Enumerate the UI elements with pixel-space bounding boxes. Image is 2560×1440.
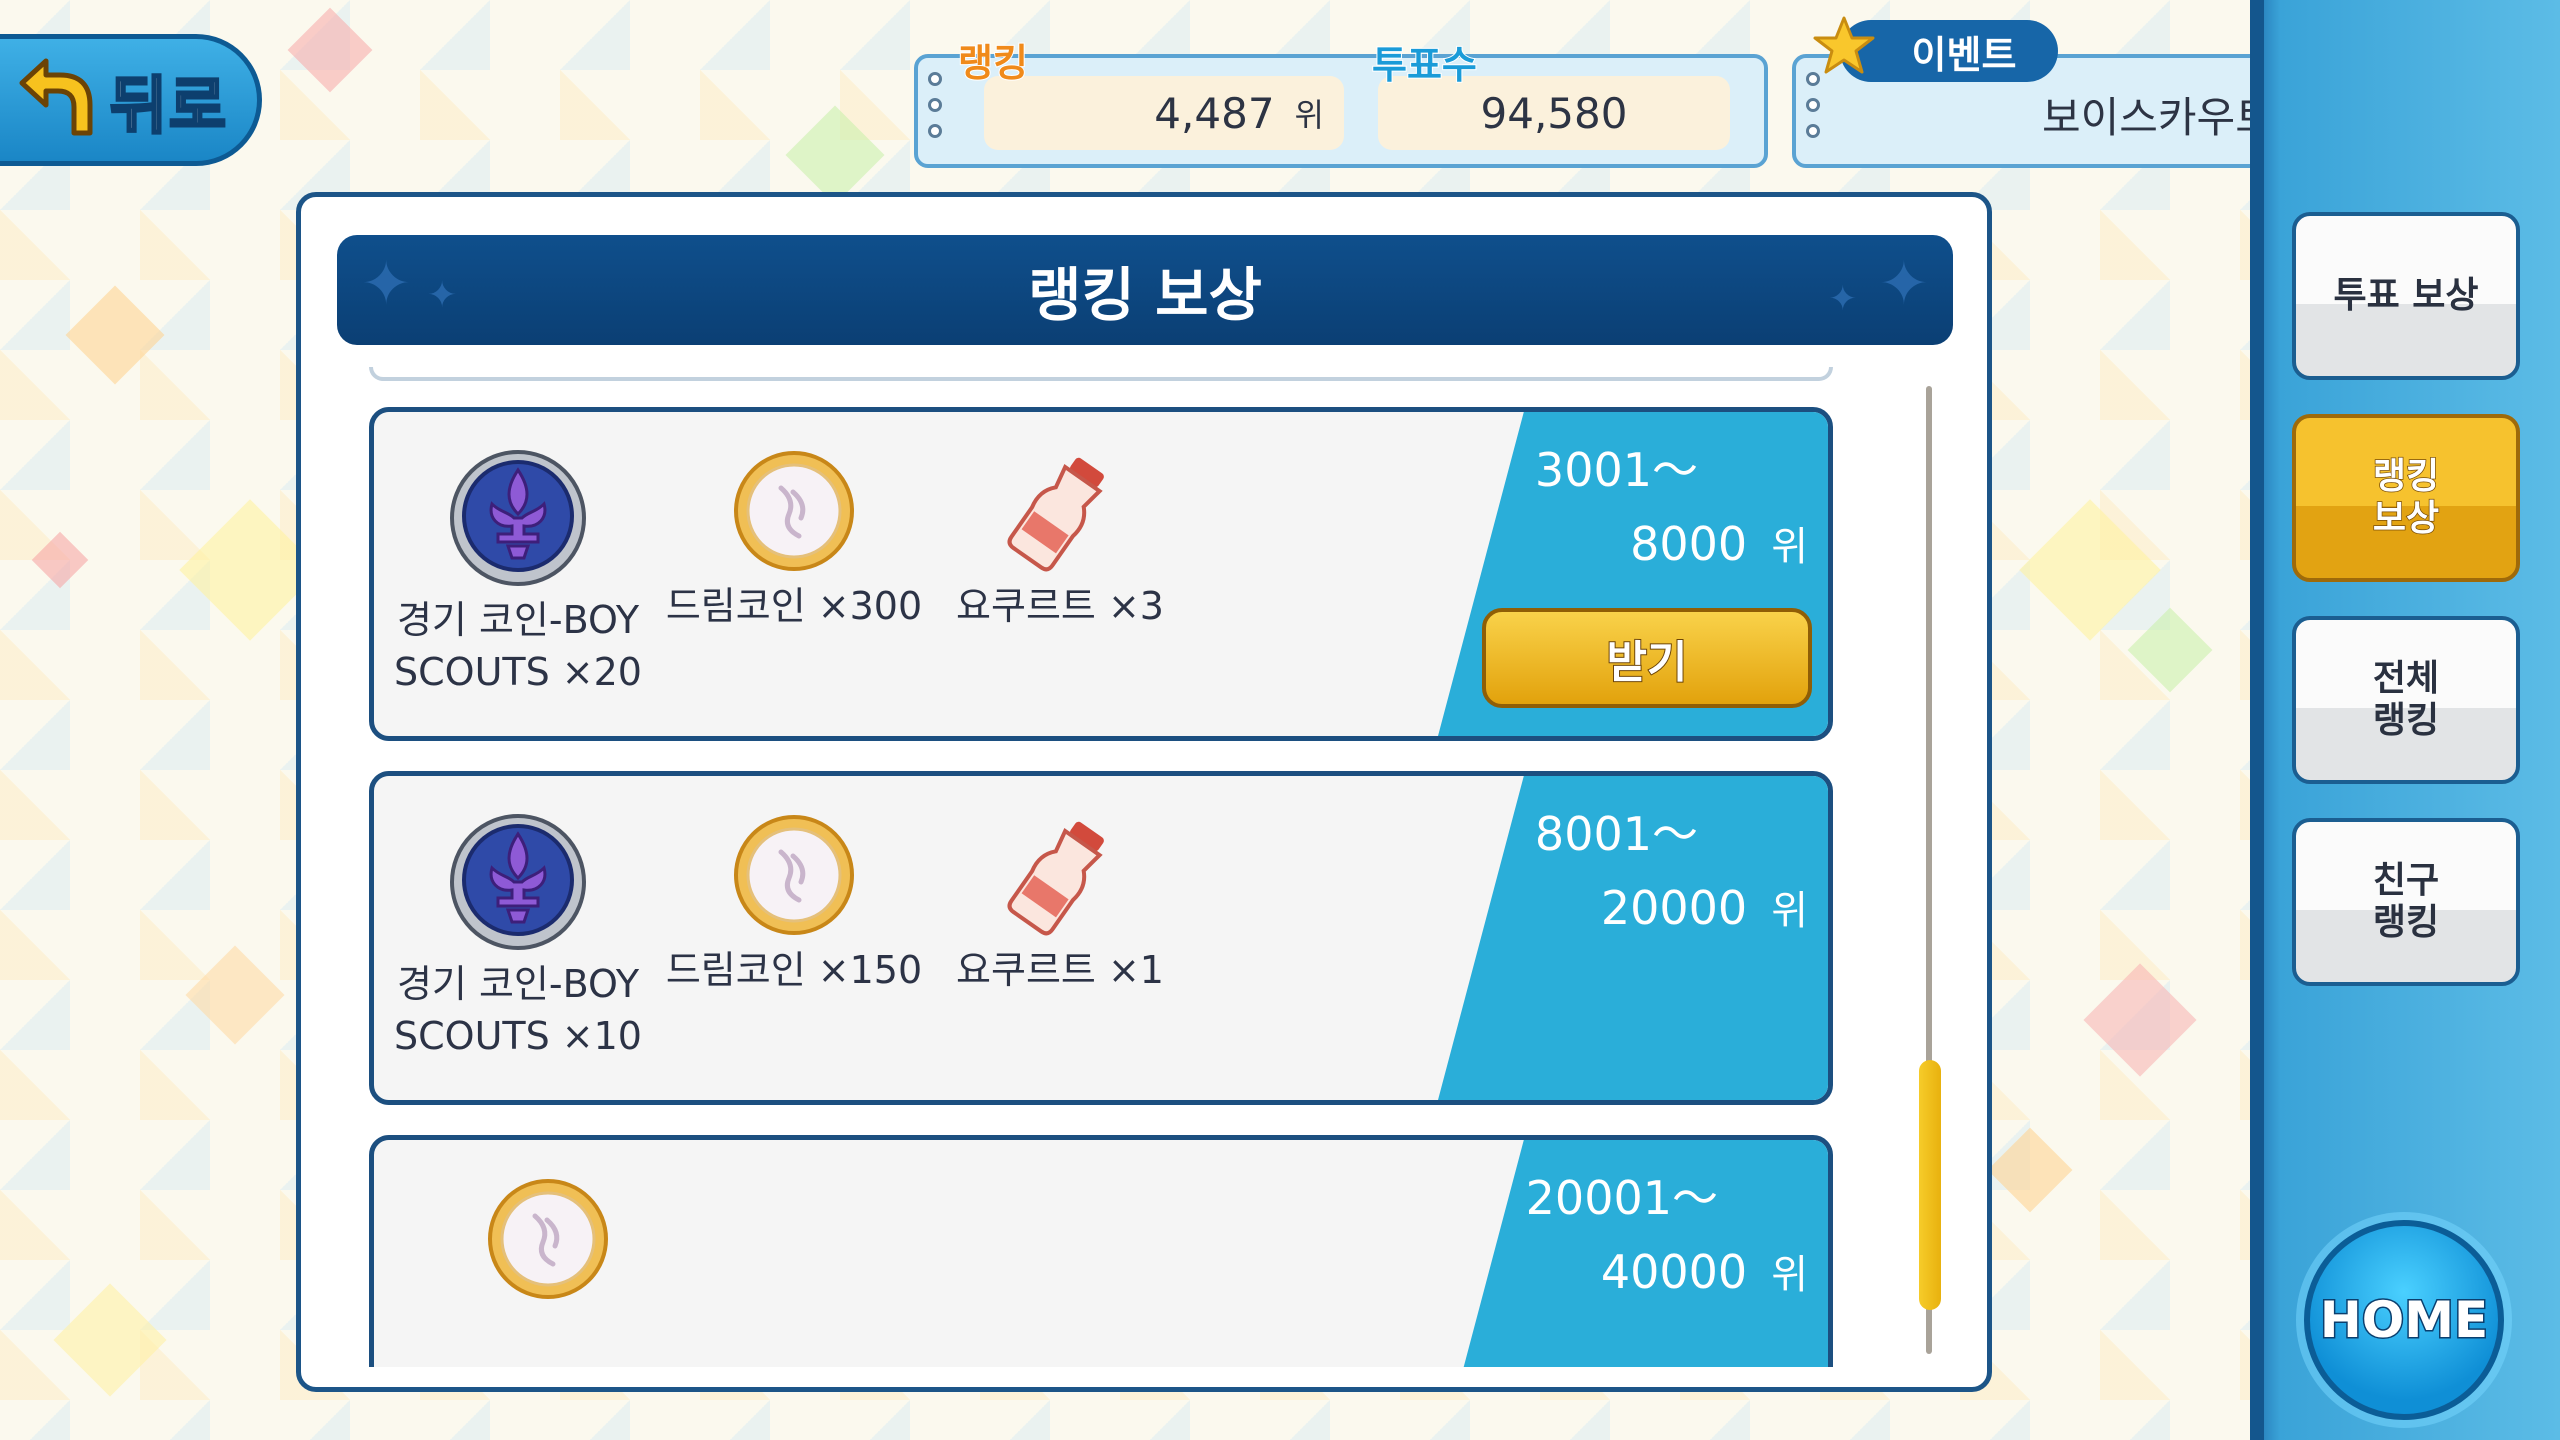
rank-from: 3001～ bbox=[1534, 443, 1698, 497]
votes-value: 94,580 bbox=[1480, 88, 1628, 138]
reward-tier-row: 20001～ 40000 위 bbox=[369, 1135, 1833, 1367]
reward-label: 요쿠르트 ×3 bbox=[956, 584, 1164, 628]
yogurt-icon bbox=[1007, 821, 1104, 936]
receive-button[interactable]: 받기 bbox=[1482, 608, 1812, 708]
reward-item bbox=[418, 1176, 678, 1308]
sparkle-icon: ✦ bbox=[361, 249, 412, 319]
vote-reward-button[interactable]: 투표 보상 bbox=[2292, 212, 2520, 380]
ranking-value: 4,487 bbox=[1154, 88, 1275, 138]
rank-unit: 위 bbox=[1771, 524, 1808, 570]
rank-from: 20001～ bbox=[1525, 1171, 1718, 1225]
star-icon bbox=[1813, 16, 1875, 74]
rank-from: 8001～ bbox=[1534, 807, 1698, 861]
sparkle-icon: ✦ bbox=[427, 275, 458, 316]
reward-label: 요쿠르트 ×1 bbox=[956, 948, 1164, 992]
rank-unit: 위 bbox=[1771, 888, 1808, 934]
scout-badge-coin-icon bbox=[450, 450, 586, 586]
rank-to-line: 40000 위 bbox=[1601, 1242, 1808, 1300]
ranking-stats-box: 4,487 위 94,580 bbox=[914, 54, 1768, 168]
binder-holes bbox=[1806, 72, 1826, 138]
reward-tier-list[interactable]: 경기 코인-BOY SCOUTS ×20 드림코인 ×300 요쿠르트 ×3 3… bbox=[369, 367, 1833, 1367]
previous-row-edge bbox=[369, 367, 1833, 381]
dream-coin-icon bbox=[734, 451, 854, 571]
reward-item: 경기 코인-BOY SCOUTS ×20 bbox=[388, 448, 648, 698]
total-ranking-button[interactable]: 전체 랭킹 bbox=[2292, 616, 2520, 784]
ranking-reward-panel: ✦ ✦ ✦ ✦ 랭킹 보상 경기 코인-BOY SCOUTS ×20 드림코인 … bbox=[296, 192, 1992, 1392]
event-tag-label: 이벤트 bbox=[1911, 32, 2017, 77]
back-arrow-icon bbox=[19, 58, 93, 136]
votes-tag: 투표수 bbox=[1371, 42, 1478, 88]
scout-badge-coin-icon bbox=[450, 814, 586, 950]
reward-item: 요쿠르트 ×1 bbox=[930, 812, 1190, 996]
panel-title-bar: ✦ ✦ ✦ ✦ 랭킹 보상 bbox=[337, 235, 1953, 345]
ranking-value-field: 4,487 위 bbox=[984, 76, 1344, 150]
reward-item: 드림코인 ×300 bbox=[664, 448, 924, 632]
sparkle-icon: ✦ bbox=[1878, 249, 1929, 319]
panel-title: 랭킹 보상 bbox=[1028, 261, 1262, 329]
rank-unit: 위 bbox=[1771, 1252, 1808, 1298]
reward-label: 경기 코인-BOY SCOUTS ×20 bbox=[394, 598, 642, 694]
binder-holes bbox=[928, 72, 948, 138]
ranking-tag: 랭킹 bbox=[957, 40, 1029, 86]
reward-tier-row: 경기 코인-BOY SCOUTS ×10 드림코인 ×150 요쿠르트 ×1 8… bbox=[369, 771, 1833, 1105]
rank-to-line: 8000 위 bbox=[1630, 514, 1808, 572]
reward-label: 경기 코인-BOY SCOUTS ×10 bbox=[394, 962, 642, 1058]
scrollbar-thumb[interactable] bbox=[1919, 1060, 1941, 1310]
reward-label: 드림코인 ×300 bbox=[665, 584, 923, 628]
rank-to: 40000 bbox=[1600, 1245, 1748, 1299]
reward-label: 드림코인 ×150 bbox=[665, 948, 923, 992]
dream-coin-icon bbox=[734, 815, 854, 935]
back-button[interactable]: 뒤로 bbox=[0, 34, 262, 166]
rank-to-line: 20000 위 bbox=[1601, 878, 1808, 936]
home-button[interactable]: HOME bbox=[2304, 1220, 2504, 1420]
ranking-unit: 위 bbox=[1294, 96, 1324, 134]
dream-coin-icon bbox=[488, 1179, 608, 1299]
reward-item: 드림코인 ×150 bbox=[664, 812, 924, 996]
reward-item: 경기 코인-BOY SCOUTS ×10 bbox=[388, 812, 648, 1062]
rank-to: 8000 bbox=[1630, 517, 1748, 571]
friend-ranking-button[interactable]: 친구 랭킹 bbox=[2292, 818, 2520, 986]
reward-tier-row: 경기 코인-BOY SCOUTS ×20 드림코인 ×300 요쿠르트 ×3 3… bbox=[369, 407, 1833, 741]
ranking-reward-button[interactable]: 랭킹 보상 bbox=[2292, 414, 2520, 582]
rank-to: 20000 bbox=[1600, 881, 1748, 935]
reward-item: 요쿠르트 ×3 bbox=[930, 448, 1190, 632]
yogurt-icon bbox=[1007, 457, 1104, 572]
back-label: 뒤로 bbox=[108, 68, 229, 144]
sparkle-icon: ✦ bbox=[1828, 279, 1858, 319]
